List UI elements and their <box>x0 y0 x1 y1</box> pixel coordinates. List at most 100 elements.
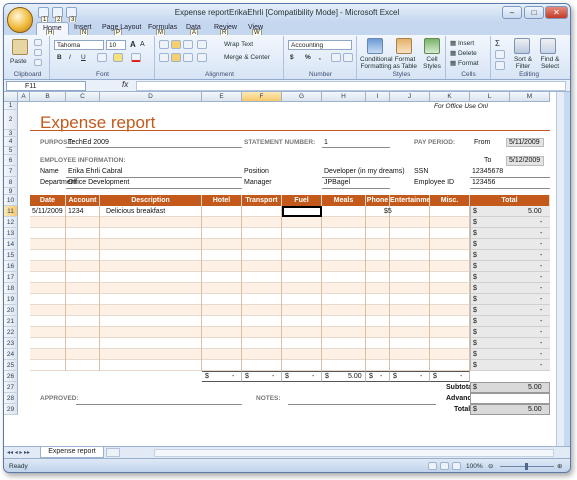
paste-label[interactable]: Paste <box>10 58 27 65</box>
insert-button[interactable]: ▦ Insert <box>450 39 474 47</box>
row-header-22[interactable]: 22 <box>4 327 18 338</box>
worksheet-grid[interactable]: ABCDEFGHIJKLM 1 2 3 4 5 6 7 8 9 10 11 12 13 14 15 16 17 1… <box>4 92 564 446</box>
formula-input[interactable] <box>136 81 566 91</box>
font-size-combo[interactable]: 10 <box>106 40 126 50</box>
row-header-4[interactable]: 4 <box>4 137 18 147</box>
name-box[interactable]: F11 <box>6 81 86 91</box>
description-cell[interactable]: Delicious breakfast <box>106 208 165 215</box>
grow-font-button[interactable]: A <box>130 40 136 49</box>
row-header-28[interactable]: 28 <box>4 393 18 404</box>
format-button[interactable]: ▦ Format <box>450 59 479 67</box>
row-header-1[interactable]: 1 <box>4 102 18 110</box>
row-header-7[interactable]: 7 <box>4 166 18 177</box>
insert-sheet-icon[interactable] <box>106 448 120 457</box>
sort-filter-button[interactable]: Sort & Filter <box>510 56 536 70</box>
decrease-decimal-icon[interactable] <box>343 53 353 62</box>
indent-icon[interactable] <box>197 53 207 62</box>
row-header-20[interactable]: 20 <box>4 305 18 316</box>
zoom-out-icon[interactable]: ⊖ <box>488 462 493 470</box>
column-header-i[interactable]: I <box>366 92 390 102</box>
align-bottom-icon[interactable] <box>183 40 193 49</box>
row-header-17[interactable]: 17 <box>4 272 18 283</box>
number-format-combo[interactable]: Accounting <box>288 40 352 50</box>
horizontal-scrollbar[interactable] <box>154 449 554 457</box>
row-header-9[interactable]: 9 <box>4 188 18 195</box>
row-header-3[interactable]: 3 <box>4 130 18 137</box>
wrap-text-button[interactable]: Wrap Text <box>224 41 253 48</box>
delete-button[interactable]: ▦ Delete <box>450 49 477 57</box>
align-center-icon[interactable] <box>171 53 181 62</box>
sheet-tab-expense-report[interactable]: Expense report <box>40 447 104 458</box>
borders-icon[interactable] <box>97 53 107 62</box>
fill-color-icon[interactable] <box>113 53 123 62</box>
cell-styles-icon[interactable] <box>424 38 440 54</box>
row-header-6[interactable]: 6 <box>4 155 18 166</box>
meals-cell[interactable]: $5 <box>384 208 392 215</box>
zoom-slider-thumb[interactable] <box>525 463 528 470</box>
conditional-formatting-button[interactable]: Conditional Formatting <box>360 56 393 70</box>
conditional-formatting-icon[interactable] <box>367 38 383 54</box>
find-select-icon[interactable] <box>540 38 556 54</box>
italic-button[interactable]: I <box>69 54 71 61</box>
normal-view-icon[interactable] <box>428 462 437 470</box>
underline-button[interactable]: U <box>81 54 86 61</box>
select-all-corner[interactable] <box>4 92 18 102</box>
format-painter-icon[interactable] <box>34 59 42 66</box>
format-table-icon[interactable] <box>396 38 412 54</box>
row-header-21[interactable]: 21 <box>4 316 18 327</box>
row-header-14[interactable]: 14 <box>4 239 18 250</box>
column-header-a[interactable]: A <box>18 92 30 102</box>
cut-icon[interactable] <box>34 39 42 46</box>
active-cell-f11[interactable] <box>282 206 322 217</box>
row-header-29[interactable]: 29 <box>4 404 18 415</box>
align-left-icon[interactable] <box>159 53 169 62</box>
column-header-g[interactable]: G <box>282 92 322 102</box>
row-header-11[interactable]: 11 <box>4 206 18 217</box>
column-header-d[interactable]: D <box>100 92 202 102</box>
row-header-16[interactable]: 16 <box>4 261 18 272</box>
currency-button[interactable]: $ <box>290 54 294 61</box>
column-header-c[interactable]: C <box>66 92 100 102</box>
row-header-12[interactable]: 12 <box>4 217 18 228</box>
row-header-19[interactable]: 19 <box>4 294 18 305</box>
align-middle-icon[interactable] <box>171 40 181 49</box>
format-table-button[interactable]: Format as Table <box>392 56 418 70</box>
column-header-l[interactable]: L <box>470 92 510 102</box>
fill-icon[interactable] <box>495 50 505 59</box>
zoom-in-icon[interactable]: ⊕ <box>557 462 562 470</box>
sort-filter-icon[interactable] <box>514 38 530 54</box>
function-icon[interactable]: fx <box>122 80 128 89</box>
column-header-h[interactable]: H <box>322 92 366 102</box>
advances-box[interactable] <box>470 393 550 404</box>
row-header-18[interactable]: 18 <box>4 283 18 294</box>
column-header-j[interactable]: J <box>390 92 430 102</box>
zoom-level[interactable]: 100% <box>466 463 483 470</box>
page-layout-view-icon[interactable] <box>440 462 449 470</box>
date-cell[interactable]: 5/11/2009 <box>32 208 63 215</box>
column-header-m[interactable]: M <box>510 92 550 102</box>
autosum-button[interactable]: Σ <box>495 39 500 48</box>
row-header-10[interactable]: 10 <box>4 195 18 206</box>
column-header-e[interactable]: E <box>202 92 242 102</box>
row-header-13[interactable]: 13 <box>4 228 18 239</box>
orientation-icon[interactable] <box>197 40 207 49</box>
page-break-view-icon[interactable] <box>452 462 461 470</box>
font-color-icon[interactable] <box>131 53 141 62</box>
row-header-24[interactable]: 24 <box>4 349 18 360</box>
row-header-26[interactable]: 26 <box>4 371 18 382</box>
column-header-b[interactable]: B <box>30 92 66 102</box>
maximize-button[interactable]: □ <box>524 6 544 19</box>
find-select-button[interactable]: Find & Select <box>536 56 564 70</box>
close-button[interactable]: ✕ <box>545 6 568 19</box>
bold-button[interactable]: B <box>57 54 62 61</box>
row-header-5[interactable]: 5 <box>4 147 18 155</box>
minimize-button[interactable]: – <box>502 6 522 19</box>
row-header-23[interactable]: 23 <box>4 338 18 349</box>
row-header-8[interactable]: 8 <box>4 177 18 188</box>
align-right-icon[interactable] <box>183 53 193 62</box>
row-header-15[interactable]: 15 <box>4 250 18 261</box>
row-header-2[interactable]: 2 <box>4 110 18 130</box>
vertical-scrollbar[interactable] <box>556 92 564 446</box>
comma-button[interactable]: , <box>319 54 321 61</box>
account-cell[interactable]: 1234 <box>68 208 84 215</box>
